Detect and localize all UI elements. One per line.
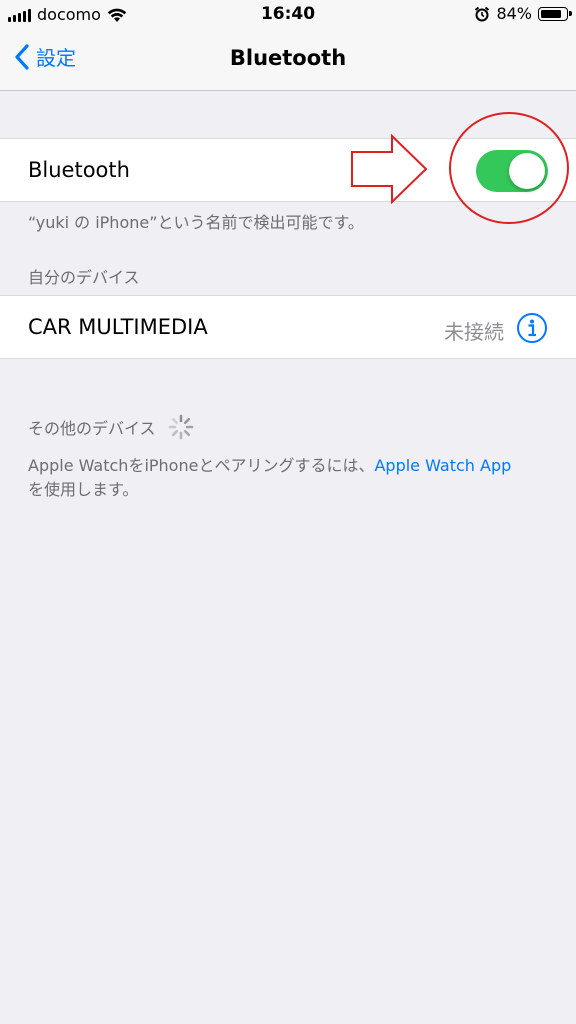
- device-name: CAR MULTIMEDIA: [28, 315, 208, 339]
- alarm-icon: [475, 6, 490, 21]
- bluetooth-label: Bluetooth: [28, 158, 130, 182]
- page-title: Bluetooth: [229, 46, 347, 70]
- battery-icon: [538, 6, 572, 21]
- bluetooth-toggle[interactable]: [476, 150, 548, 192]
- info-icon[interactable]: [516, 312, 548, 344]
- apple-watch-help: Apple WatchをiPhoneとペアリングするには、Apple Watch…: [28, 454, 558, 502]
- other-devices-header: その他のデバイス: [28, 412, 196, 442]
- apple-watch-app-link[interactable]: Apple Watch App: [374, 456, 511, 475]
- loading-spinner-icon: [168, 414, 193, 440]
- status-bar: docomo 16:40 84%: [0, 0, 576, 30]
- toggle-knob: [509, 153, 545, 189]
- device-row[interactable]: CAR MULTIMEDIA 未接続: [0, 295, 576, 359]
- status-right: 84%: [474, 4, 572, 23]
- help-text-before: Apple WatchをiPhoneとペアリングするには、: [28, 456, 375, 475]
- device-status: 未接続: [444, 320, 504, 344]
- bluetooth-cell: Bluetooth: [0, 138, 576, 202]
- battery-percent: 84%: [496, 4, 532, 23]
- my-devices-header: 自分のデバイス: [28, 268, 140, 287]
- other-devices-label: その他のデバイス: [28, 419, 156, 438]
- help-text-after: を使用します。: [28, 480, 139, 499]
- discoverable-footnote: “yuki の iPhone”という名前で検出可能です。: [28, 213, 364, 232]
- navigation-bar: 設定 Bluetooth: [0, 30, 576, 91]
